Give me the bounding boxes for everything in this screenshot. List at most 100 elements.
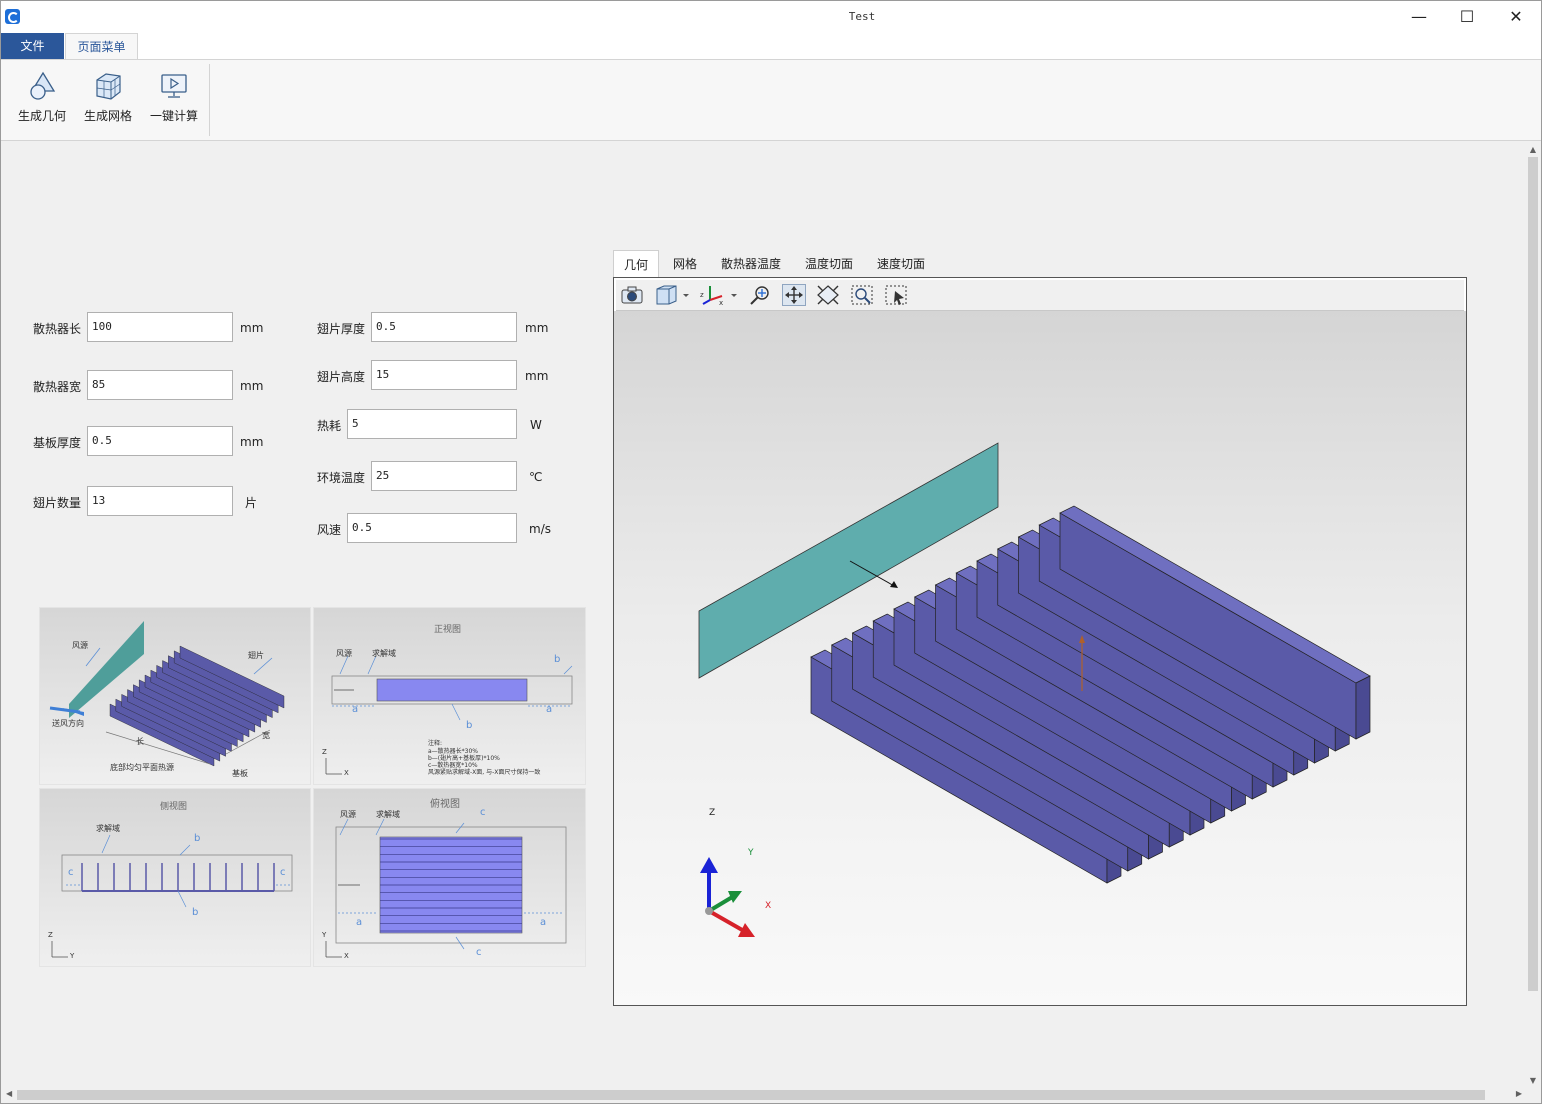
fin-count-label: 翅片数量 [33,496,82,510]
ambient-temp-input[interactable]: 25 [371,461,517,491]
one-click-compute-button[interactable]: 一键计算 [142,68,206,134]
mesh-cube-icon [96,73,121,100]
side-axis-y-label: Y [70,952,75,960]
front-domain-label: 求解域 [372,649,396,658]
viewer-toolbar: zx [616,280,1464,311]
radiator-length-input[interactable]: 100 [87,312,233,342]
wind-speed-input[interactable]: 0.5 [347,513,517,543]
radiator-width-label: 散热器宽 [33,380,82,394]
svg-text:x: x [719,299,723,306]
side-view-title: 侧视图 [160,802,188,812]
scroll-up-icon[interactable]: ▲ [1525,145,1541,154]
fin-height-label: 翅片高度 [317,370,366,384]
tab-file[interactable]: 文件 [1,33,64,59]
close-icon[interactable]: ✕ [1491,1,1541,32]
camera-icon[interactable] [620,284,644,306]
heat-loss-label: 热耗 [317,419,342,433]
scroll-left-icon[interactable]: ◀ [6,1089,12,1098]
fin-thickness-input[interactable]: 0.5 [371,312,517,342]
vertical-scrollbar[interactable]: ▲ ▼ [1525,143,1541,1087]
iso-length-label: 长 [136,737,144,746]
ribbon-panel: 生成几何 生成网格 一键计算 [1,59,1541,141]
zoom-fit-icon[interactable] [748,284,772,306]
3d-scene[interactable]: Z Y X [614,311,1466,1005]
iso-air-direction-label: 送风方向 [52,719,84,728]
triad-y-label: Y [748,848,754,858]
side-c-right-label: c [280,867,286,878]
generate-mesh-button[interactable]: 生成网格 [76,68,140,134]
heat-loss-unit: W [530,418,542,432]
iso-base-label: 基板 [232,769,248,778]
front-view-diagram: 正视图 风源 求解域 a a b b 注释: a—散热器长*30% b—(翅片高… [313,607,586,785]
tab-radiator-temperature[interactable]: 散热器温度 [713,250,789,278]
tab-velocity-slice[interactable]: 速度切面 [869,250,933,278]
side-c-left-label: c [68,867,74,878]
scrollbar-corner [1525,1087,1541,1103]
fin-thickness-unit: mm [525,321,549,335]
geometry-viewer[interactable]: zx Z Y X [613,277,1467,1006]
front-axis-x-label: X [344,769,349,777]
one-click-compute-label: 一键计算 [149,109,198,123]
ribbon-tab-bar: 文件 页面菜单 [1,32,1541,60]
base-thickness-label: 基板厚度 [33,436,82,450]
top-c-bottom-label: c [476,947,482,958]
radiator-length-unit: mm [240,321,264,335]
maximize-icon[interactable]: ☐ [1442,1,1492,32]
generate-mesh-label: 生成网格 [83,109,132,123]
fin-height-input[interactable]: 15 [371,360,517,390]
top-fan-label: 风源 [340,810,356,819]
top-a-left-label: a [356,917,363,928]
heat-loss-input[interactable]: 5 [347,409,517,439]
iso-diagram: 风源 翅片 送风方向 长 宽 底部均匀平面热源 基板 [39,607,311,785]
vertical-scroll-thumb[interactable] [1528,157,1538,991]
radiator-width-unit: mm [240,379,264,393]
tab-geometry[interactable]: 几何 [613,250,659,278]
front-b-top-label: b [554,654,561,665]
top-view-title: 俯视图 [430,799,460,810]
generate-geometry-button[interactable]: 生成几何 [10,68,74,134]
axes-icon[interactable]: zx [700,284,740,307]
axis-triad [700,857,755,937]
minimize-icon[interactable]: — [1394,1,1444,32]
radiator-width-input[interactable]: 85 [87,370,233,400]
scroll-right-icon[interactable]: ▶ [1516,1089,1522,1098]
title-bar: Test — ☐ ✕ [1,1,1541,32]
window-title: Test [848,10,876,23]
iso-heatsink-drawing [49,621,285,767]
generate-geometry-label: 生成几何 [17,109,66,123]
horizontal-scrollbar[interactable]: ◀ ▶ [3,1087,1525,1103]
front-note-4: 风源紧贴求解域-X面, 与-X面尺寸保持一致 [428,769,541,776]
ribbon-separator [209,64,210,136]
zoom-window-icon[interactable] [850,284,874,306]
iso-width-label: 宽 [262,731,270,740]
top-axis-x-label: X [344,952,349,960]
select-box-icon[interactable] [884,284,908,306]
triad-x-label: X [765,901,772,911]
view-cube-icon[interactable] [654,284,692,306]
side-view-diagram: 侧视图 求解域 b b c c Z Y [39,788,311,967]
iso-fin-label: 翅片 [248,651,264,660]
front-fan-label: 风源 [336,649,352,658]
heatsink-3d-model [698,442,1371,937]
base-thickness-unit: mm [240,435,264,449]
tab-mesh[interactable]: 网格 [663,250,707,278]
horizontal-scroll-thumb[interactable] [17,1090,1485,1100]
wind-speed-unit: m/s [529,522,551,536]
front-a-right-label: a [546,704,553,715]
top-axis-y-label: Y [322,931,327,939]
front-a-left-label: a [352,704,359,715]
radiator-length-label: 散热器长 [33,322,82,336]
triad-z-label: Z [709,808,716,818]
fin-end [1355,675,1371,740]
pan-icon[interactable] [782,284,806,306]
scroll-down-icon[interactable]: ▼ [1525,1076,1541,1085]
top-view-diagram: 俯视图 风源 求解域 c c a a Y X [313,788,586,967]
top-domain-label: 求解域 [376,810,400,819]
tab-page-menu[interactable]: 页面菜单 [65,33,138,60]
fit-all-icon[interactable] [816,284,840,306]
tab-temperature-slice[interactable]: 温度切面 [797,250,861,278]
geometry-shapes-icon [30,71,56,100]
side-domain-label: 求解域 [96,824,120,833]
base-thickness-input[interactable]: 0.5 [87,426,233,456]
fin-count-input[interactable]: 13 [87,486,233,516]
